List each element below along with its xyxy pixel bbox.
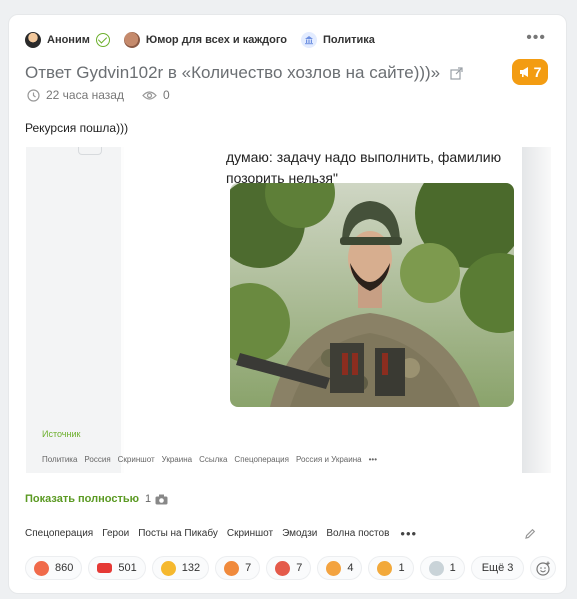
post-time: 22 часа назад bbox=[46, 88, 124, 102]
show-full-row: Показать полностью 1 bbox=[25, 493, 168, 505]
clap-emoji-icon bbox=[377, 560, 393, 576]
dove-emoji-icon bbox=[428, 560, 444, 576]
reactions-bar: 860 501 132 7 7 4 1 1 Ещё 3 bbox=[25, 556, 562, 580]
reaction-count: 132 bbox=[181, 562, 201, 574]
more-options-icon[interactable]: ••• bbox=[526, 30, 546, 46]
category-link[interactable]: Политика bbox=[301, 32, 375, 48]
bank-icon bbox=[301, 32, 317, 48]
reaction-dove[interactable]: 1 bbox=[419, 556, 465, 580]
community-name: Юмор для всех и каждого bbox=[145, 34, 287, 46]
tag-link[interactable]: Герои bbox=[102, 528, 129, 539]
more-reactions-button[interactable]: Ещё 3 bbox=[470, 556, 525, 580]
embed-left-pane bbox=[26, 147, 121, 473]
embed-tags: Политика Россия Скриншот Украина Ссылка … bbox=[42, 455, 384, 464]
embed-quote-line-1: думаю: задачу надо выполнить, фамилию bbox=[226, 149, 502, 165]
tag-link[interactable]: Волна постов bbox=[326, 528, 389, 539]
embed-source-link: Источник bbox=[42, 429, 81, 439]
reaction-count: 860 bbox=[55, 562, 74, 574]
reaction-facepalm[interactable]: 4 bbox=[317, 556, 363, 580]
reaction-count: 7 bbox=[245, 562, 252, 574]
embed-tag: Скриншот bbox=[117, 455, 155, 464]
embed-tag: Политика bbox=[42, 455, 78, 464]
rating-badge[interactable]: 7 bbox=[512, 59, 548, 85]
post-title-row: Ответ Gydvin102r в «Количество хозлов на… bbox=[25, 63, 463, 83]
more-tags-icon[interactable]: ••• bbox=[400, 527, 417, 540]
image-count: 1 bbox=[145, 493, 152, 505]
laughing-emoji-icon bbox=[160, 560, 176, 576]
tag-link[interactable]: Спецоперация bbox=[25, 528, 93, 539]
reaction-rooster[interactable]: 7 bbox=[266, 556, 312, 580]
reaction-count: 1 bbox=[398, 562, 405, 574]
verified-check-icon bbox=[95, 33, 110, 47]
add-reaction-button[interactable] bbox=[530, 556, 557, 580]
facepalm-emoji-icon bbox=[326, 560, 342, 576]
community-link[interactable]: Юмор для всех и каждого bbox=[123, 32, 287, 48]
post-meta: Аноним Юмор для всех и каждого Политика bbox=[25, 31, 389, 49]
author-link[interactable]: Аноним bbox=[25, 32, 110, 48]
embed-tab-shape bbox=[78, 147, 102, 155]
embed-tag: Спецоперация bbox=[234, 455, 289, 464]
reaction-hundred[interactable]: 501 bbox=[88, 556, 146, 580]
hundred-emoji-icon bbox=[97, 563, 113, 573]
external-link-icon[interactable] bbox=[450, 66, 463, 80]
clown-emoji-icon bbox=[34, 560, 49, 576]
embed-tag: Россия и Украина bbox=[295, 455, 362, 464]
embed-tag: Ссылка bbox=[199, 455, 228, 464]
post-stats: 22 часа назад 0 bbox=[27, 88, 170, 102]
author-avatar bbox=[25, 32, 41, 48]
reaction-clown[interactable]: 860 bbox=[25, 556, 83, 580]
community-avatar bbox=[123, 32, 140, 48]
embed-tag: Украина bbox=[161, 455, 193, 464]
show-full-link[interactable]: Показать полностью bbox=[25, 493, 139, 505]
category-name: Политика bbox=[323, 34, 375, 46]
tag-link[interactable]: Скриншот bbox=[227, 528, 273, 539]
edit-tags-icon[interactable] bbox=[524, 528, 536, 540]
author-name: Аноним bbox=[47, 34, 90, 46]
reaction-clap[interactable]: 1 bbox=[368, 556, 414, 580]
embed-main-pane: думаю: задачу надо выполнить, фамилию по… bbox=[124, 147, 524, 473]
tag-link[interactable]: Эмодзи bbox=[282, 528, 317, 539]
smiley-plus-icon bbox=[536, 561, 550, 576]
embed-tag: Россия bbox=[84, 455, 111, 464]
reaction-count: 4 bbox=[347, 562, 354, 574]
tag-link[interactable]: Посты на Пикабу bbox=[138, 528, 218, 539]
reaction-count: 7 bbox=[296, 562, 303, 574]
clock-icon bbox=[27, 88, 40, 102]
megaphone-icon bbox=[519, 67, 528, 77]
reaction-count: 501 bbox=[118, 562, 137, 574]
post-text: Рекурсия пошла))) bbox=[25, 121, 129, 135]
eye-icon bbox=[142, 90, 157, 100]
reaction-angry[interactable]: 7 bbox=[215, 556, 261, 580]
rating-value: 7 bbox=[533, 64, 542, 80]
angry-emoji-icon bbox=[224, 560, 240, 576]
soldier-photo bbox=[230, 183, 514, 407]
embedded-screenshot[interactable]: думаю: задачу надо выполнить, фамилию по… bbox=[26, 147, 551, 473]
post-card: Аноним Юмор для всех и каждого Политика … bbox=[8, 14, 567, 594]
rooster-emoji-icon bbox=[275, 560, 291, 576]
embed-shadow bbox=[522, 147, 551, 473]
post-tags: Спецоперация Герои Посты на Пикабу Скрин… bbox=[25, 527, 417, 540]
reaction-laughing[interactable]: 132 bbox=[151, 556, 210, 580]
camera-icon bbox=[155, 494, 168, 504]
view-count: 0 bbox=[162, 88, 170, 102]
reaction-count: 1 bbox=[449, 562, 456, 574]
post-title[interactable]: Ответ Gydvin102r в «Количество хозлов на… bbox=[25, 63, 440, 83]
embed-tag: ••• bbox=[368, 455, 377, 464]
